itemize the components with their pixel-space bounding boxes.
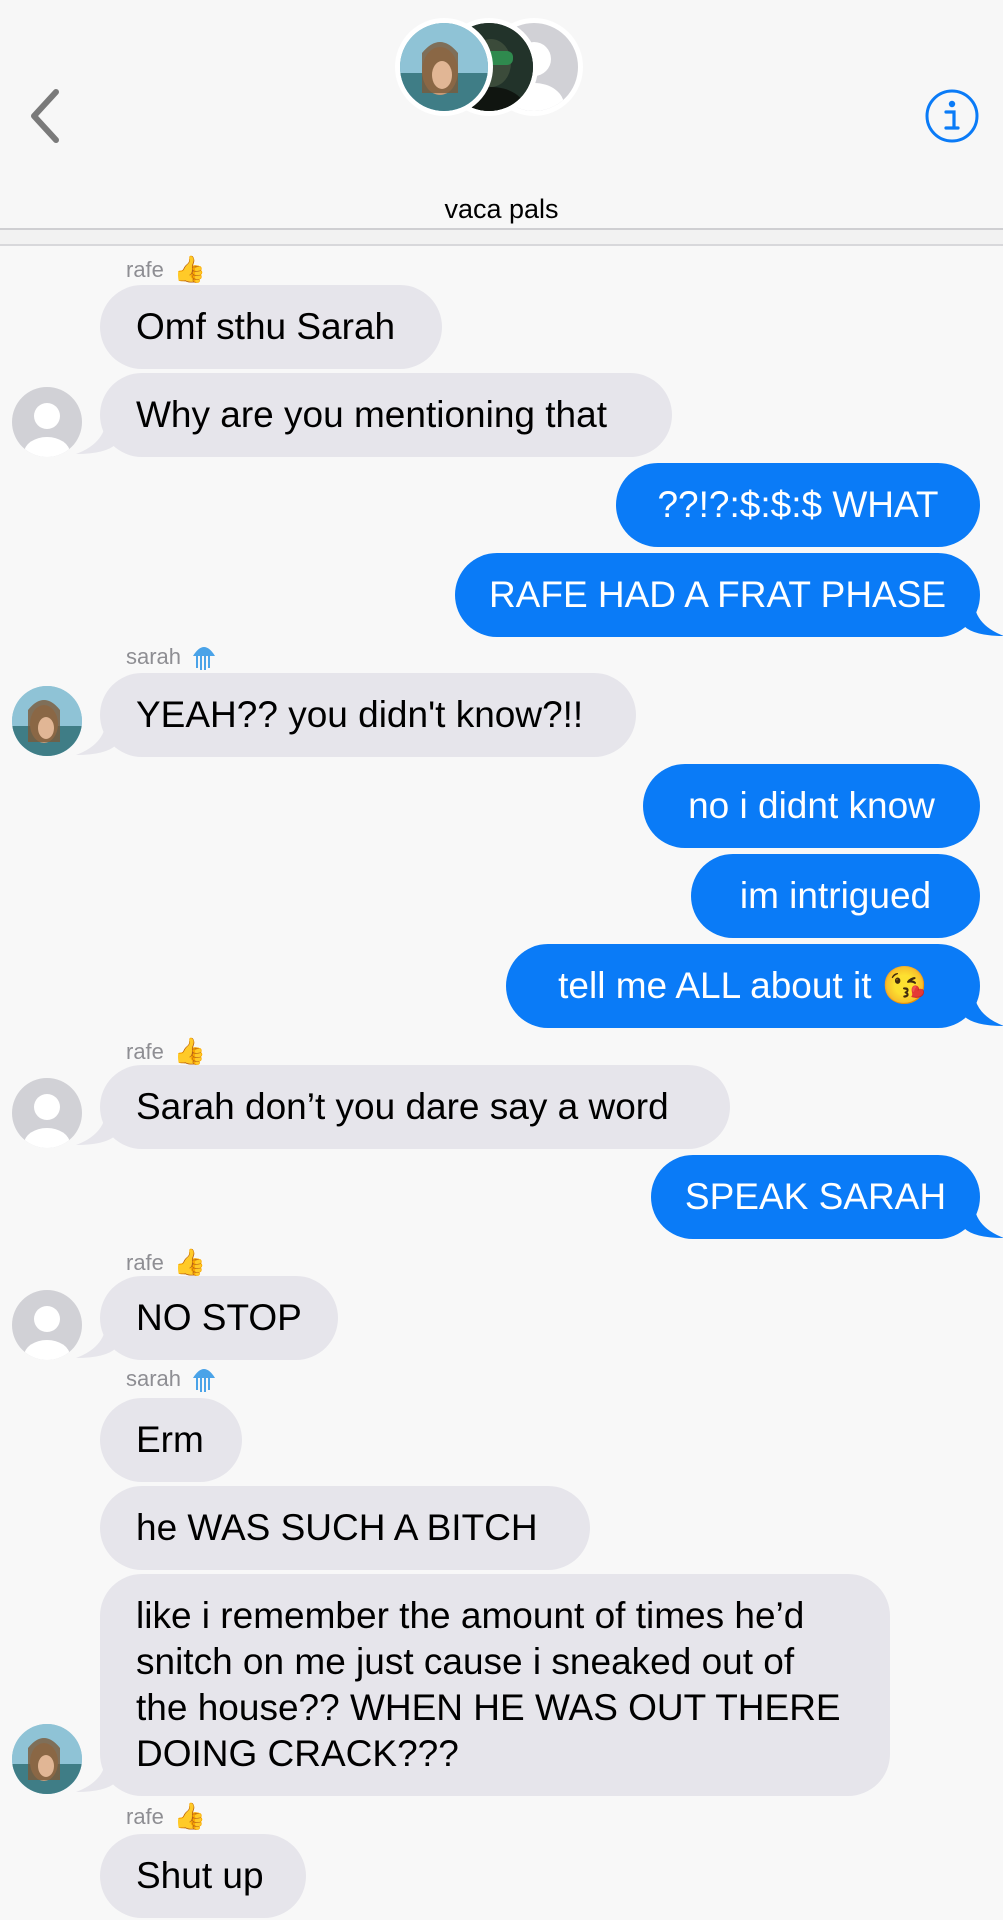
message-text: SPEAK SARAH [684, 1176, 947, 1217]
message-bubble-incoming[interactable]: Why are you mentioning that [100, 373, 672, 457]
avatar-rafe[interactable] [12, 1290, 82, 1360]
jellyfish-icon [193, 1369, 216, 1392]
avatar-sarah[interactable] [12, 686, 82, 756]
sender-label-rafe: rafe 👍 [126, 254, 206, 285]
message-text: no i didnt know [688, 785, 935, 826]
sender-name: rafe [126, 1038, 164, 1064]
message-bubble-outgoing[interactable]: no i didnt know [643, 764, 980, 848]
group-avatars[interactable] [395, 18, 595, 123]
chevron-left-icon[interactable] [26, 86, 66, 146]
message-bubble-incoming[interactable]: like i remember the amount of times he’d… [100, 1574, 890, 1796]
message-bubble-incoming[interactable]: NO STOP [100, 1276, 338, 1360]
message-text: RAFE HAD A FRAT PHASE [488, 574, 947, 615]
message-bubble-incoming[interactable]: Sarah don’t you dare say a word [100, 1065, 730, 1149]
message-text: like i remember the amount of times he’d… [136, 1595, 841, 1774]
message-bubble-incoming[interactable]: Erm [100, 1398, 242, 1482]
message-text: Why are you mentioning that [136, 394, 607, 435]
message-bubble-incoming[interactable]: he WAS SUCH A BITCH [100, 1486, 590, 1570]
message-bubble-outgoing[interactable]: tell me ALL about it 😘 [506, 944, 980, 1028]
avatar-rafe[interactable] [12, 387, 82, 457]
message-bubble-incoming[interactable]: Omf sthu Sarah [100, 285, 442, 369]
message-bubble-outgoing[interactable]: RAFE HAD A FRAT PHASE [455, 553, 980, 637]
thumbs-up-icon: 👍 [173, 1247, 207, 1277]
header-divider-lower [0, 244, 1003, 246]
message-text: Sarah don’t you dare say a word [136, 1086, 669, 1127]
message-text: Erm [136, 1419, 204, 1460]
sender-name: sarah [126, 644, 182, 669]
sender-label-rafe: rafe 👍 [126, 1801, 206, 1832]
message-text: ??!?:$:$:$ WHAT [657, 484, 939, 525]
conversation-header: vaca pals [0, 0, 1003, 232]
thumbs-up-icon: 👍 [173, 254, 207, 284]
group-avatar-photo [395, 18, 493, 116]
thumbs-up-icon: 👍 [173, 1036, 207, 1066]
avatar-rafe[interactable] [12, 1078, 82, 1148]
sender-name: rafe [126, 1803, 164, 1829]
thumbs-up-icon: 👍 [173, 1801, 207, 1831]
sender-label-rafe: rafe 👍 [126, 1247, 206, 1278]
message-bubble-outgoing[interactable]: ??!?:$:$:$ WHAT [616, 463, 980, 547]
header-divider-band [0, 230, 1003, 244]
message-text: YEAH?? you didn't know?!! [136, 694, 584, 735]
message-text: NO STOP [136, 1297, 302, 1338]
message-bubble-outgoing[interactable]: im intrigued [691, 854, 980, 938]
message-text: im intrigued [739, 875, 932, 916]
sender-name: rafe [126, 256, 164, 282]
avatar-sarah[interactable] [12, 1724, 82, 1794]
sender-name: rafe [126, 1249, 164, 1275]
message-bubble-outgoing[interactable]: SPEAK SARAH [651, 1155, 980, 1239]
sender-label-sarah: sarah [126, 642, 217, 672]
info-icon[interactable] [924, 88, 980, 144]
message-bubble-incoming[interactable]: Shut up [100, 1834, 306, 1918]
message-text: tell me ALL about it 😘 [558, 965, 928, 1006]
message-text: Shut up [136, 1855, 264, 1896]
conversation-title[interactable]: vaca pals [0, 194, 1003, 225]
message-text: he WAS SUCH A BITCH [136, 1507, 538, 1548]
sender-label-rafe: rafe 👍 [126, 1036, 206, 1067]
jellyfish-icon [193, 647, 216, 670]
sender-name: sarah [126, 1366, 182, 1391]
sender-label-sarah: sarah [126, 1364, 217, 1394]
message-text: Omf sthu Sarah [136, 306, 396, 347]
message-bubble-incoming[interactable]: YEAH?? you didn't know?!! [100, 673, 636, 757]
